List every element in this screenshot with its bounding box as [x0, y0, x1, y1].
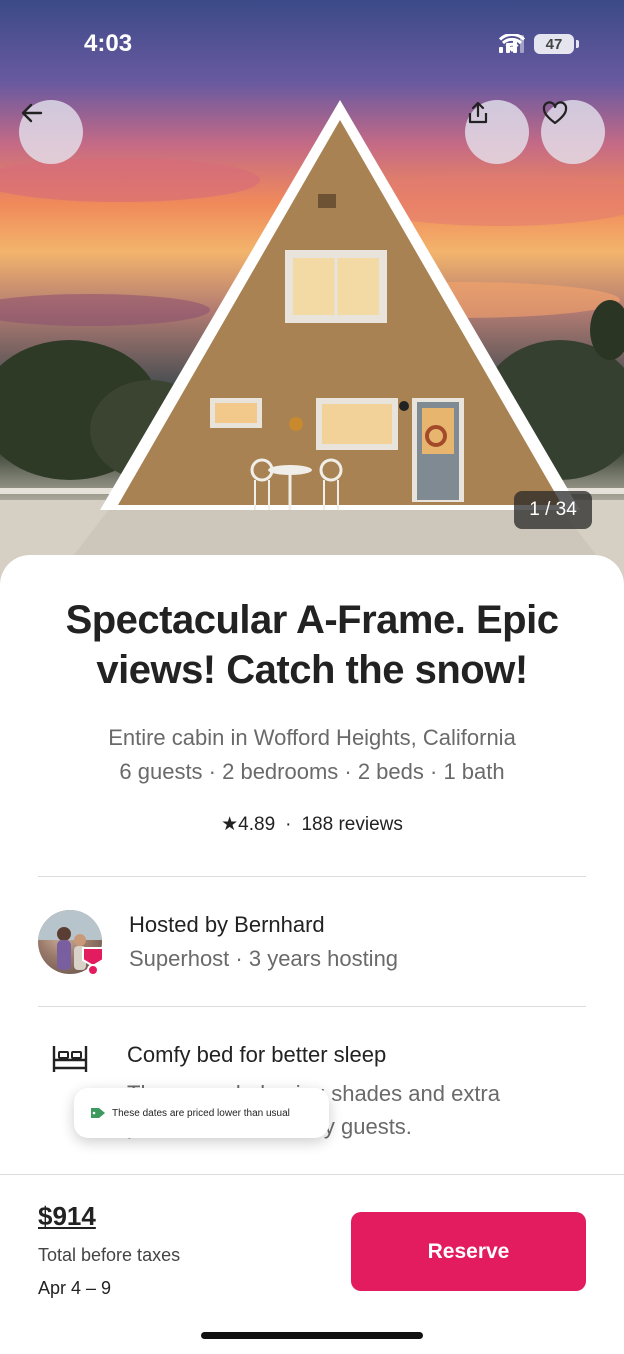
reviews-link[interactable]: 188 reviews	[301, 814, 402, 835]
listing-photo[interactable]: 4:03 47 1 / 34	[0, 0, 624, 600]
battery-icon: 47	[534, 34, 579, 54]
rating-summary[interactable]: ★4.89 · 188 reviews	[0, 813, 624, 836]
heart-icon	[542, 101, 568, 125]
total-price[interactable]: $914	[38, 1201, 96, 1232]
divider	[38, 1006, 586, 1007]
listing-location: Entire cabin in Wofford Heights, Califor…	[108, 725, 516, 750]
superhost-badge-icon	[82, 947, 104, 976]
share-button[interactable]	[465, 100, 529, 164]
listing-title: Spectacular A-Frame. Epic views! Catch t…	[65, 598, 559, 692]
listing-capacity: 6 guests · 2 bedrooms · 2 beds · 1 bath	[119, 759, 505, 784]
trip-dates[interactable]: Apr 4 – 9	[38, 1278, 111, 1299]
price-toast[interactable]: These dates are priced lower than usual	[74, 1088, 329, 1138]
feature-title: Comfy bed for better sleep	[127, 1042, 387, 1067]
photo-counter: 1 / 34	[514, 491, 592, 529]
price-tag-icon	[91, 1108, 105, 1118]
status-time: 4:03	[84, 30, 133, 57]
host-name[interactable]: Hosted by Bernhard	[129, 912, 325, 938]
rating-value: 4.89	[238, 814, 276, 835]
back-button[interactable]	[19, 100, 83, 164]
price-note: Total before taxes	[38, 1245, 181, 1265]
listing-subtitle: Entire cabin in Wofford Heights, Califor…	[0, 721, 624, 789]
star-icon: ★	[221, 814, 239, 835]
arrow-left-icon	[21, 103, 43, 123]
home-indicator[interactable]	[201, 1332, 423, 1339]
toast-text: These dates are priced lower than usual	[112, 1107, 290, 1119]
status-icons: 47	[499, 34, 579, 54]
rating-separator: ·	[285, 814, 292, 835]
wifi-icon	[499, 34, 525, 52]
share-icon	[468, 101, 488, 124]
host-subtitle: Superhost · 3 years hosting	[129, 946, 399, 971]
reserve-button[interactable]: Reserve	[351, 1212, 586, 1291]
divider	[38, 876, 586, 877]
bed-icon	[52, 1046, 88, 1072]
favorite-button[interactable]	[541, 100, 605, 164]
reservation-footer: $914 Total before taxes Apr 4 – 9 Reserv…	[0, 1174, 624, 1354]
